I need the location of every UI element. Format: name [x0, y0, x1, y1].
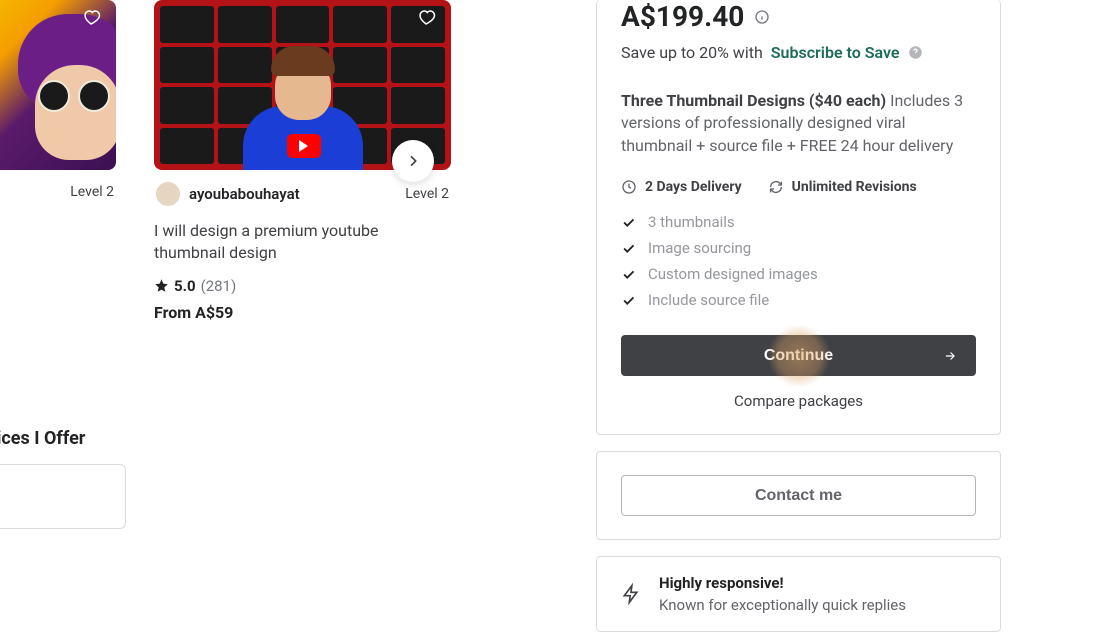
lightning-icon [621, 581, 641, 607]
refresh-icon [768, 179, 784, 195]
package-panel: A$199.40 Save up to 20% with Subscribe t… [596, 0, 1001, 435]
gig-title[interactable]: utube [0, 200, 116, 236]
check-icon [621, 267, 636, 282]
responsive-subtitle: Known for exceptionally quick replies [659, 592, 906, 614]
feature-item: Include source file [621, 287, 976, 313]
rating-count: (281) [201, 277, 237, 295]
package-price: A$199.40 [621, 0, 976, 33]
heart-icon[interactable] [415, 6, 441, 32]
seller-name: ayoubabouhayat [189, 185, 300, 203]
gig-thumbnail[interactable] [0, 0, 116, 170]
feature-item: Image sourcing [621, 235, 976, 261]
youtube-play-icon [287, 134, 321, 158]
info-icon[interactable] [754, 9, 770, 25]
chevron-right-icon [405, 153, 421, 169]
rating-value: 5.0 [174, 277, 196, 295]
revisions: Unlimited Revisions [768, 179, 917, 195]
check-icon [621, 215, 636, 230]
avatar [156, 182, 180, 206]
check-icon [621, 293, 636, 308]
gig-title[interactable]: I will design a premium youtube thumbnai… [154, 206, 444, 265]
carousel-next-button[interactable] [392, 140, 434, 182]
arrow-right-icon [942, 349, 958, 363]
gig-rating: 5.0 (281) [154, 265, 451, 295]
delivery-time: 2 Days Delivery [621, 179, 742, 195]
highly-responsive-panel: Highly responsive! Known for exceptional… [596, 556, 1001, 632]
clock-icon [621, 179, 637, 195]
feature-item: Custom designed images [621, 261, 976, 287]
feature-item: 3 thumbnails [621, 209, 976, 235]
contact-panel: Contact me [596, 451, 1001, 540]
subscribe-link[interactable]: Subscribe to Save [771, 43, 900, 62]
star-icon [154, 278, 169, 293]
continue-button[interactable]: Continue [621, 335, 976, 376]
check-icon [621, 241, 636, 256]
contact-me-button[interactable]: Contact me [621, 475, 976, 516]
compare-packages-link[interactable]: Compare packages [621, 376, 976, 410]
seller-level: Level 2 [405, 186, 449, 202]
gig-card[interactable]: Level 2 utube [0, 0, 116, 322]
heart-icon[interactable] [80, 6, 106, 32]
help-icon[interactable] [908, 45, 923, 60]
package-description: Three Thumbnail Designs ($40 each) Inclu… [621, 62, 976, 157]
seller-link[interactable]: ayoubabouhayat [156, 182, 300, 206]
service-offer-box[interactable] [0, 464, 126, 529]
responsive-title: Highly responsive! [659, 574, 906, 592]
gig-price: From A$59 [154, 295, 451, 322]
seller-level: Level 2 [0, 170, 116, 200]
section-heading: Services I Offer [0, 428, 85, 449]
subscribe-to-save: Save up to 20% with Subscribe to Save [621, 33, 976, 62]
